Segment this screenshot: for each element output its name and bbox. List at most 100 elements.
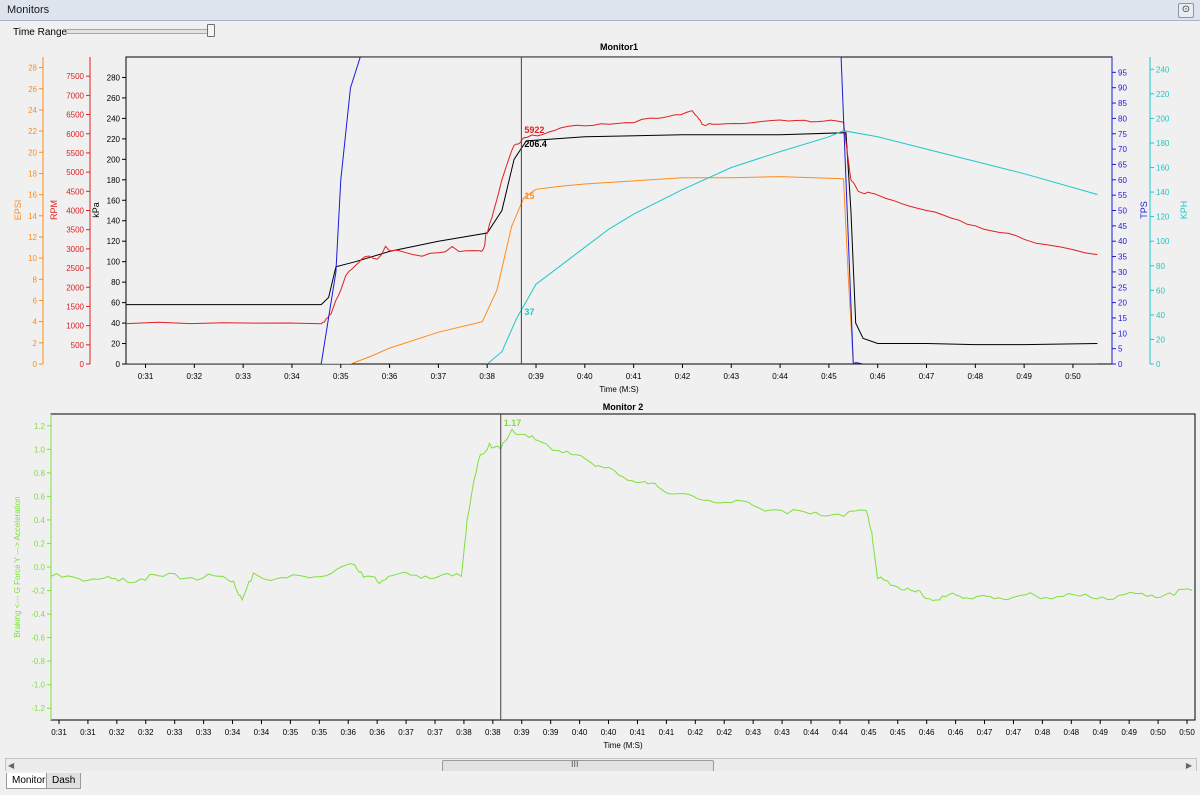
monitor2-x-tick-label: 0:39	[543, 728, 559, 737]
monitor1-tick-label-rpm: 6000	[66, 130, 84, 139]
monitor1-tick-label-tps: 50	[1118, 207, 1127, 216]
monitor2-x-tick-label: 0:31	[51, 728, 67, 737]
monitor2-y-tick-label: 0.2	[34, 539, 46, 548]
scroll-left-icon[interactable]: ◀	[8, 761, 14, 770]
time-range-label: Time Range	[13, 27, 68, 38]
monitor2-x-tick-label: 0:35	[283, 728, 299, 737]
monitor1-x-tick-label: 0:38	[479, 372, 495, 381]
time-range-slider-track[interactable]	[66, 29, 214, 34]
monitor1-tick-label-epsi: 24	[28, 106, 37, 115]
monitor1-tick-label-tps: 35	[1118, 253, 1127, 262]
monitor1-tick-label-tps: 30	[1118, 268, 1127, 277]
monitor2-x-tick-label: 0:34	[254, 728, 270, 737]
monitor2-y-axis-title: Braking <--- G Force Y ---> Acceleration	[13, 496, 22, 637]
monitor1-title: Monitor1	[600, 42, 638, 52]
monitor1-tick-label-epsi: 2	[33, 339, 38, 348]
monitor2-y-tick-label: 1.0	[34, 445, 46, 454]
monitor1-tick-label-tps: 55	[1118, 191, 1127, 200]
monitor2-x-tick-label: 0:36	[369, 728, 385, 737]
monitor1-x-tick-label: 0:41	[626, 372, 642, 381]
monitor1-axis-title-kph: KPH	[1179, 201, 1189, 220]
monitor1-tick-label-tps: 85	[1118, 99, 1127, 108]
monitor1-x-tick-label: 0:46	[870, 372, 886, 381]
monitor2-y-tick-label: -0.2	[31, 587, 45, 596]
monitor2-cursor-label: 1.17	[504, 418, 522, 428]
monitor1-tick-label-kpa: 260	[107, 94, 121, 103]
monitor1-tick-label-kph: 100	[1156, 237, 1170, 246]
monitor2-title: Monitor 2	[603, 402, 644, 412]
monitor2-y-tick-label: 0.0	[34, 563, 46, 572]
monitor2-x-tick-label: 0:43	[745, 728, 761, 737]
monitor1-tick-label-tps: 65	[1118, 160, 1127, 169]
monitor2-x-tick-label: 0:41	[630, 728, 646, 737]
monitor1-tick-label-rpm: 2500	[66, 264, 84, 273]
monitor1-x-tick-label: 0:50	[1065, 372, 1081, 381]
monitor1-tick-label-tps: 0	[1118, 360, 1123, 369]
monitor1-x-tick-label: 0:42	[675, 372, 691, 381]
monitor2-y-tick-label: -1.0	[31, 681, 45, 690]
monitor1-tick-label-tps: 15	[1118, 314, 1127, 323]
monitor1-tick-label-tps: 25	[1118, 283, 1127, 292]
monitor1-axis-title-epsi: EPSI	[13, 200, 23, 221]
monitor1-x-tick-label: 0:36	[382, 372, 398, 381]
monitor2-x-tick-label: 0:49	[1121, 728, 1137, 737]
monitor2-y-tick-label: -0.8	[31, 657, 45, 666]
monitor1-tick-label-kph: 160	[1156, 164, 1170, 173]
monitor1-tick-label-epsi: 28	[28, 64, 37, 73]
window-title: Monitors	[7, 4, 50, 16]
monitor1-x-tick-label: 0:43	[723, 372, 739, 381]
monitor1-tick-label-tps: 70	[1118, 145, 1127, 154]
time-range-slider-thumb[interactable]	[207, 24, 215, 37]
monitor1-tick-label-epsi: 14	[28, 212, 37, 221]
monitor1-tick-label-kph: 0	[1156, 360, 1161, 369]
monitor2-x-tick-label: 0:47	[977, 728, 993, 737]
monitor1-tick-label-kpa: 140	[107, 217, 121, 226]
monitor2-x-tick-label: 0:44	[803, 728, 819, 737]
monitor1-tick-label-epsi: 12	[28, 233, 37, 242]
monitor1-tick-label-kpa: 160	[107, 196, 121, 205]
tab-dash[interactable]: Dash	[46, 773, 82, 789]
monitor2-x-tick-label: 0:42	[716, 728, 732, 737]
monitor1-plot-area	[125, 56, 1113, 365]
monitor1-tick-label-epsi: 20	[28, 148, 37, 157]
monitor1-tick-label-kph: 40	[1156, 311, 1165, 320]
monitor1-tick-label-kph: 140	[1156, 188, 1170, 197]
monitor1-tick-label-kpa: 180	[107, 176, 121, 185]
monitor2-y-tick-label: -0.4	[31, 610, 45, 619]
scroll-right-icon[interactable]: ▶	[1186, 761, 1192, 770]
monitor1-tick-label-kph: 180	[1156, 139, 1170, 148]
monitor2-y-tick-label: 0.8	[34, 469, 46, 478]
monitor1-x-tick-label: 0:47	[919, 372, 935, 381]
monitor1-tick-label-rpm: 5000	[66, 168, 84, 177]
monitor2-x-tick-label: 0:35	[312, 728, 328, 737]
monitor2-x-axis-title: Time (M:S)	[603, 741, 643, 750]
monitor2-x-tick-label: 0:49	[1092, 728, 1108, 737]
monitor2-x-tick-label: 0:38	[456, 728, 472, 737]
monitor1-tick-label-rpm: 0	[80, 360, 85, 369]
scrollbar-grip-icon: III	[571, 759, 579, 769]
monitor1-tick-label-kpa: 20	[111, 340, 120, 349]
monitor2-x-tick-label: 0:46	[919, 728, 935, 737]
monitor1-tick-label-rpm: 4000	[66, 207, 84, 216]
monitor2-x-tick-label: 0:37	[398, 728, 414, 737]
monitor2-y-tick-label: 1.2	[34, 422, 46, 431]
monitor2-x-tick-label: 0:46	[948, 728, 964, 737]
monitor2-x-tick-label: 0:48	[1035, 728, 1051, 737]
monitor1-tick-label-epsi: 6	[33, 296, 38, 305]
monitor2-plot-area	[50, 413, 1196, 721]
monitor1-axis-title-tps: TPS	[1139, 201, 1149, 219]
monitor1-tick-label-epsi: 4	[33, 318, 38, 327]
monitor1-x-tick-label: 0:39	[528, 372, 544, 381]
monitor2-x-tick-label: 0:34	[225, 728, 241, 737]
window-options-button[interactable]: ⊙	[1178, 3, 1194, 18]
monitor2-x-tick-label: 0:33	[196, 728, 212, 737]
monitor1-tick-label-tps: 40	[1118, 237, 1127, 246]
monitor2-x-tick-label: 0:48	[1064, 728, 1080, 737]
monitor2-x-tick-label: 0:47	[1006, 728, 1022, 737]
monitor1-x-tick-label: 0:44	[772, 372, 788, 381]
monitor1-tick-label-rpm: 2000	[66, 283, 84, 292]
monitor2-y-tick-label: 0.4	[34, 516, 46, 525]
monitor2-y-tick-label: -0.6	[31, 634, 45, 643]
monitor1-tick-label-kpa: 0	[116, 360, 121, 369]
monitor1-tick-label-rpm: 7000	[66, 91, 84, 100]
